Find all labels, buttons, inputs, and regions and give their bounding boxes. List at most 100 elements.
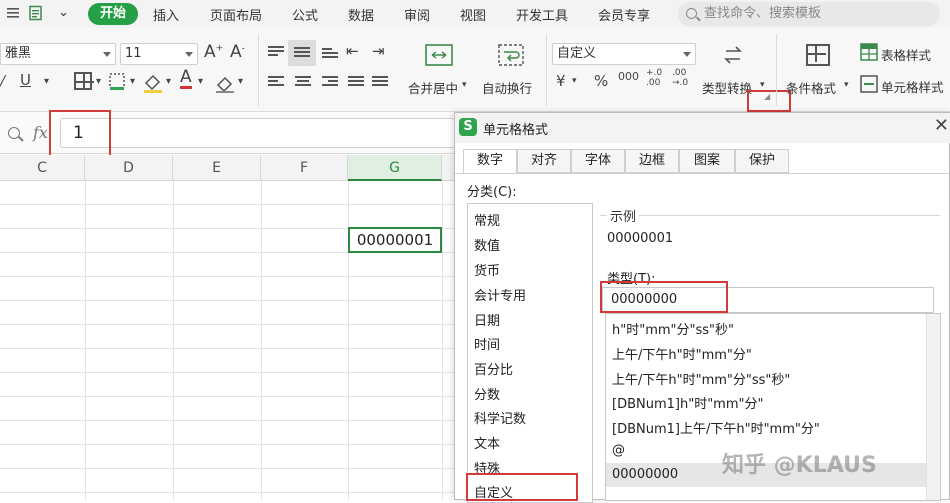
tab-page-layout[interactable]: 页面布局 bbox=[210, 5, 262, 24]
cell-style-icon[interactable] bbox=[108, 72, 128, 92]
chevron-down-icon[interactable]: ▾ bbox=[166, 76, 171, 87]
category-item-fraction[interactable]: 分数 bbox=[474, 384, 500, 403]
category-item-accounting[interactable]: 会计专用 bbox=[474, 285, 526, 304]
category-item-number[interactable]: 数值 bbox=[474, 235, 500, 254]
dialog-tab-protection[interactable]: 保护 bbox=[735, 149, 789, 173]
format-item[interactable]: [DBNum1]上午/下午h"时"mm"分" bbox=[612, 418, 820, 437]
chevron-down-icon[interactable]: ▾ bbox=[238, 76, 243, 87]
format-item[interactable]: [DBNum1]h"时"mm"分" bbox=[612, 393, 763, 412]
watermark: 知乎 @KLAUS bbox=[722, 453, 877, 478]
tab-data[interactable]: 数据 bbox=[348, 5, 374, 24]
selected-cell-g[interactable]: 00000001 bbox=[348, 227, 442, 253]
column-header-f[interactable]: F bbox=[261, 155, 348, 181]
chevron-down-icon[interactable]: ▾ bbox=[572, 76, 577, 86]
format-item[interactable]: h"时"mm"分"ss"秒" bbox=[612, 319, 734, 338]
chevron-down-icon[interactable]: ▾ bbox=[462, 80, 467, 90]
thousands-separator-icon[interactable]: 000 bbox=[618, 70, 639, 83]
tab-review[interactable]: 审阅 bbox=[404, 5, 430, 24]
document-icon[interactable] bbox=[28, 5, 44, 21]
currency-icon[interactable]: ¥ bbox=[556, 72, 566, 90]
font-shrink-icon[interactable]: A- bbox=[230, 42, 245, 62]
category-item-currency[interactable]: 货币 bbox=[474, 260, 500, 279]
tab-home[interactable]: 开始 bbox=[88, 3, 138, 25]
chevron-down-icon[interactable]: ▾ bbox=[844, 80, 849, 90]
fill-color-icon[interactable] bbox=[142, 72, 164, 94]
italic-icon[interactable]: / bbox=[0, 72, 5, 90]
format-item[interactable]: 上午/下午h"时"mm"分"ss"秒" bbox=[612, 369, 790, 388]
category-item-percentage[interactable]: 百分比 bbox=[474, 359, 513, 378]
wrap-text-icon[interactable] bbox=[497, 42, 525, 68]
dialog-tab-font[interactable]: 字体 bbox=[571, 149, 625, 173]
conditional-format-icon[interactable] bbox=[806, 44, 830, 66]
justify-icon[interactable] bbox=[348, 76, 364, 90]
wrap-text-button[interactable]: 自动换行 bbox=[482, 78, 532, 97]
align-right-icon[interactable] bbox=[322, 76, 338, 90]
format-item[interactable]: @ bbox=[612, 443, 625, 458]
category-item-scientific[interactable]: 科学记数 bbox=[474, 408, 526, 427]
number-format-combo[interactable]: 自定义 bbox=[552, 43, 696, 65]
dialog-titlebar[interactable]: S 单元格格式 ✕ bbox=[455, 113, 950, 143]
column-header-c[interactable]: C bbox=[0, 155, 85, 181]
align-center-icon[interactable] bbox=[295, 76, 311, 90]
zoom-icon[interactable] bbox=[8, 127, 20, 139]
increase-decimal-icon[interactable]: +.0.00 bbox=[646, 68, 662, 88]
tab-insert[interactable]: 插入 bbox=[153, 5, 179, 24]
format-item[interactable]: 上午/下午h"时"mm"分" bbox=[612, 344, 752, 363]
align-bottom-icon[interactable] bbox=[322, 48, 338, 62]
table-style-button[interactable]: 表格样式 bbox=[881, 45, 931, 64]
conditional-format-button[interactable]: 条件格式 bbox=[786, 78, 836, 97]
font-color-icon[interactable]: A bbox=[180, 68, 192, 89]
font-name-combo[interactable]: 雅黑 bbox=[0, 43, 116, 65]
tab-view[interactable]: 视图 bbox=[460, 5, 486, 24]
menu-dropdown-icon[interactable]: ⌄ bbox=[58, 5, 69, 20]
indent-decrease-icon[interactable]: ⇤ bbox=[346, 42, 359, 60]
formula-input[interactable]: 1 bbox=[60, 118, 455, 148]
format-list-scrollbar[interactable] bbox=[926, 314, 940, 500]
font-grow-icon[interactable]: A+ bbox=[204, 42, 223, 62]
dialog-tab-pattern[interactable]: 图案 bbox=[679, 149, 735, 173]
category-item-general[interactable]: 常规 bbox=[474, 210, 500, 229]
percent-icon[interactable]: % bbox=[594, 72, 608, 90]
grid-line bbox=[0, 396, 455, 397]
merge-center-button[interactable]: 合并居中 bbox=[408, 78, 458, 97]
tab-developer[interactable]: 开发工具 bbox=[516, 5, 568, 24]
close-icon[interactable]: ✕ bbox=[934, 115, 949, 136]
align-left-icon[interactable] bbox=[268, 76, 284, 90]
chevron-down-icon[interactable]: ▾ bbox=[44, 76, 49, 87]
chevron-down-icon[interactable]: ▾ bbox=[760, 80, 765, 90]
merge-center-icon[interactable] bbox=[424, 42, 454, 68]
hamburger-icon[interactable] bbox=[6, 5, 22, 21]
font-size-combo[interactable]: 11 bbox=[120, 43, 198, 65]
fx-label[interactable]: fx bbox=[33, 123, 48, 142]
category-item-text[interactable]: 文本 bbox=[474, 433, 500, 452]
chevron-down-icon[interactable]: ▾ bbox=[198, 76, 203, 87]
column-header-d[interactable]: D bbox=[85, 155, 173, 181]
align-top-icon[interactable] bbox=[268, 46, 284, 60]
category-item-date[interactable]: 日期 bbox=[474, 310, 500, 329]
sample-value: 00000001 bbox=[607, 231, 674, 246]
category-list[interactable]: 常规 数值 货币 会计专用 日期 时间 百分比 分数 科学记数 文本 特殊 自定… bbox=[467, 203, 593, 503]
type-convert-icon[interactable] bbox=[720, 42, 746, 68]
cell-style-button-icon[interactable] bbox=[860, 75, 878, 93]
dialog-tab-number[interactable]: 数字 bbox=[463, 149, 517, 174]
tab-member[interactable]: 会员专享 bbox=[598, 5, 650, 24]
highlight-type-box bbox=[600, 281, 728, 313]
tab-formula[interactable]: 公式 bbox=[292, 5, 318, 24]
underline-icon[interactable]: U bbox=[20, 71, 31, 89]
cell-style-button[interactable]: 单元格样式 bbox=[881, 77, 944, 96]
search-box[interactable]: 查找命令、搜索模板 bbox=[678, 2, 940, 26]
chevron-down-icon[interactable]: ▾ bbox=[96, 76, 101, 87]
indent-increase-icon[interactable]: ⇥ bbox=[372, 42, 385, 60]
column-header-g[interactable]: G bbox=[348, 155, 442, 181]
table-style-icon[interactable] bbox=[860, 43, 878, 61]
dialog-tab-alignment[interactable]: 对齐 bbox=[517, 149, 571, 173]
column-header-e[interactable]: E bbox=[173, 155, 261, 181]
border-icon[interactable] bbox=[74, 72, 94, 90]
eraser-icon[interactable] bbox=[214, 72, 236, 94]
type-convert-button[interactable]: 类型转换 bbox=[702, 78, 752, 97]
distribute-icon[interactable] bbox=[372, 76, 388, 90]
dialog-tab-border[interactable]: 边框 bbox=[625, 149, 679, 173]
chevron-down-icon[interactable]: ▾ bbox=[130, 76, 135, 87]
category-item-time[interactable]: 时间 bbox=[474, 334, 500, 353]
decrease-decimal-icon[interactable]: .00 →.0 bbox=[672, 68, 688, 88]
